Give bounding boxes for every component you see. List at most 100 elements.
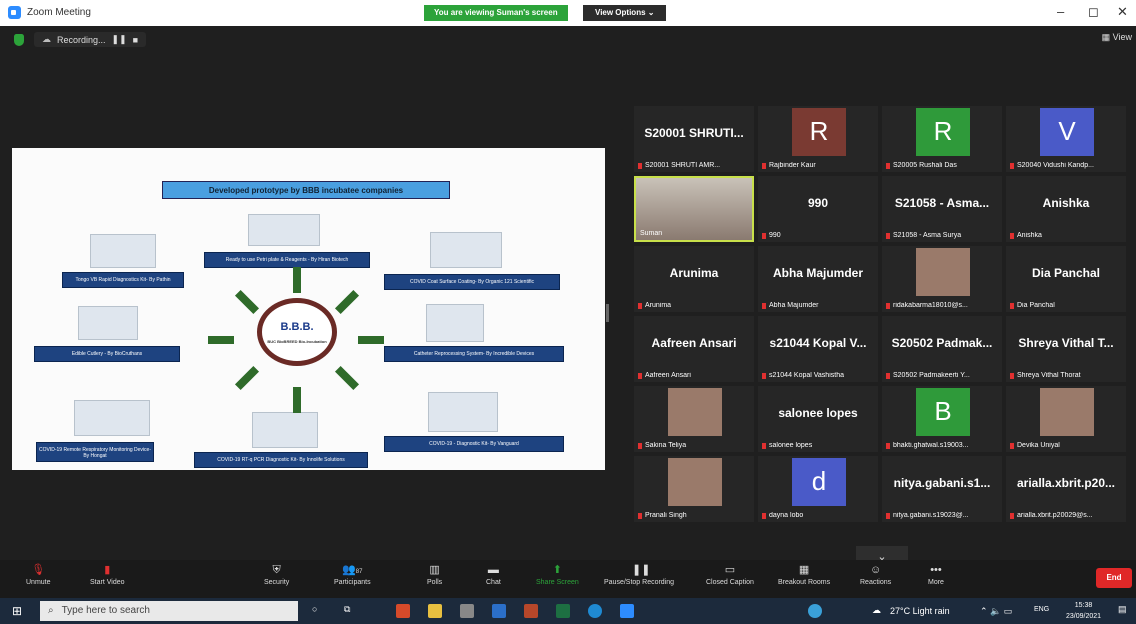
chrome-icon[interactable] — [808, 604, 822, 618]
participant-tile[interactable]: Devika Uniyal — [1006, 386, 1126, 452]
participant-tile[interactable]: salonee lopes salonee lopes — [758, 386, 878, 452]
participants-button[interactable]: 👥87 Participants — [334, 564, 371, 586]
participant-tile[interactable]: R S20005 Rushali Das — [882, 106, 1002, 172]
reactions-label: Reactions — [860, 579, 892, 586]
breakout-rooms-button[interactable]: ▦ Breakout Rooms — [778, 564, 830, 586]
video-off-icon: ▮ — [104, 564, 111, 576]
mic-muted-icon: 🎙 — [31, 564, 46, 576]
arrow-icon — [358, 336, 384, 344]
participant-tile[interactable]: arialla.xbrit.p20... arialla.xbrit.p20029… — [1006, 456, 1126, 522]
weather-label[interactable]: 27°C Light rain — [890, 606, 950, 616]
minimize-button[interactable]: – — [1057, 4, 1064, 19]
unmute-label: Unmute — [26, 579, 51, 586]
participant-tile[interactable]: ridakabarma18010@s... — [882, 246, 1002, 312]
product-label: COVID-19 - Diagnostic Kit- By Vanguard — [384, 436, 564, 452]
tray-icons[interactable]: ⌃ 🔈 ▭ — [980, 606, 1012, 617]
hub-title: B.B.B. — [280, 321, 314, 333]
notification-icon[interactable]: ▤ — [1118, 604, 1127, 615]
panel-splitter[interactable] — [606, 304, 609, 322]
participant-label: S21058 - Asma Surya — [886, 232, 1000, 239]
muted-mic-icon — [638, 162, 642, 169]
closed-caption-button[interactable]: ▭ Closed Caption — [706, 564, 754, 586]
participant-tile[interactable]: Suman — [634, 176, 754, 242]
participant-tile[interactable]: Pranali Singh — [634, 456, 754, 522]
pause-recording-icon[interactable]: ❚❚ — [112, 34, 127, 45]
hub-subtitle: BUC BioBREED Bio-Incubation — [267, 339, 327, 344]
stop-recording-icon[interactable]: ■ — [133, 35, 138, 45]
participant-name: nitya.gabani.s1... — [893, 476, 991, 490]
muted-mic-icon — [762, 442, 766, 449]
restore-button[interactable]: ◻ — [1088, 4, 1099, 20]
participant-tile[interactable]: Arunima Arunima — [634, 246, 754, 312]
taskbar-search[interactable]: ⌕ Type here to search — [40, 601, 298, 621]
participant-label-text: Abha Majumder — [769, 302, 819, 309]
cortana-icon[interactable]: ○ — [312, 604, 317, 614]
participant-name: Arunima — [669, 266, 719, 280]
participant-tile[interactable]: R Rajbinder Kaur — [758, 106, 878, 172]
participant-label: S20001 SHRUTI AMR... — [638, 162, 752, 169]
app-icon[interactable] — [396, 604, 410, 618]
powerpoint-icon[interactable] — [524, 604, 538, 618]
task-view-icon[interactable]: ⧉ — [344, 604, 350, 615]
view-options-button[interactable]: View Options ⌄ — [583, 5, 667, 21]
word-icon[interactable] — [492, 604, 506, 618]
share-screen-button[interactable]: ⬆ Share Screen — [536, 564, 579, 586]
unmute-button[interactable]: 🎙 Unmute — [26, 564, 51, 586]
edge-icon[interactable] — [588, 604, 602, 618]
hub-logo: B.B.B. BUC BioBREED Bio-Incubation — [257, 298, 337, 366]
muted-mic-icon — [886, 302, 890, 309]
polls-icon: ▥ — [429, 564, 440, 576]
participant-tile[interactable]: nitya.gabani.s1... nitya.gabani.s19023@..… — [882, 456, 1002, 522]
participant-tile[interactable]: S20502 Padmak... S20502 Padmakeerti Y... — [882, 316, 1002, 382]
app-title: Zoom Meeting — [8, 6, 91, 19]
reactions-button[interactable]: ☺ Reactions — [860, 564, 891, 586]
participant-label-text: 990 — [769, 232, 781, 239]
avatar: d — [792, 458, 846, 506]
participant-tile[interactable]: S20001 SHRUTI... S20001 SHRUTI AMR... — [634, 106, 754, 172]
encryption-shield-icon[interactable] — [14, 33, 24, 46]
more-button[interactable]: ••• More — [928, 564, 944, 586]
avatar-photo — [668, 458, 722, 506]
participant-tile[interactable]: V S20040 Vidushi Kandp... — [1006, 106, 1126, 172]
participant-tile[interactable]: Bbhakti.ghatwal.s19003... — [882, 386, 1002, 452]
folder-icon[interactable] — [428, 604, 442, 618]
zoom-taskbar-icon[interactable] — [620, 604, 634, 618]
chat-button[interactable]: ▬ Chat — [486, 564, 501, 586]
participant-tile[interactable]: d dayna lobo — [758, 456, 878, 522]
participants-label: Participants — [334, 579, 371, 586]
pause-recording-button[interactable]: ❚❚ Pause/Stop Recording — [604, 564, 674, 586]
clock[interactable]: 15:38 23/09/2021 — [1066, 600, 1101, 622]
participant-tile[interactable]: S21058 - Asma... S21058 - Asma Surya — [882, 176, 1002, 242]
participant-label-text: Anishka — [1017, 232, 1042, 239]
clock-date: 23/09/2021 — [1066, 613, 1102, 620]
language-indicator[interactable]: ENG — [1034, 606, 1049, 613]
product-label: Tongo VB Rapid Diagnostics Kit- By Pathi… — [62, 272, 184, 288]
participant-tile[interactable]: 990 990 — [758, 176, 878, 242]
excel-icon[interactable] — [556, 604, 570, 618]
participant-tile[interactable]: s21044 Kopal V... s21044 Kopal Vashistha — [758, 316, 878, 382]
windows-start-icon[interactable]: ⊞ — [12, 604, 22, 618]
participant-tile[interactable]: Anishka Anishka — [1006, 176, 1126, 242]
participant-tile[interactable]: Dia Panchal Dia Panchal — [1006, 246, 1126, 312]
participant-name: salonee lopes — [778, 406, 858, 420]
participant-label: Suman — [640, 230, 750, 237]
participant-label-text: Pranali Singh — [645, 512, 687, 519]
participant-tile[interactable]: Shreya Vithal T... Shreya Vithal Thorat — [1006, 316, 1126, 382]
participant-tile[interactable]: Abha Majumder Abha Majumder — [758, 246, 878, 312]
participant-name: S20001 SHRUTI... — [644, 126, 744, 140]
product-image — [74, 400, 150, 436]
breakout-icon: ▦ — [798, 564, 810, 576]
participant-tile[interactable]: Aafreen Ansari Aafreen Ansari — [634, 316, 754, 382]
participant-label: S20005 Rushali Das — [886, 162, 1000, 169]
security-button[interactable]: ⛨ Security — [264, 564, 289, 586]
start-video-button[interactable]: ▮ Start Video — [90, 564, 125, 586]
participant-label: Dia Panchal — [1010, 302, 1124, 309]
view-button[interactable]: ▦ View — [1102, 32, 1132, 43]
meeting-status: ☁ Recording... ❚❚ ■ — [14, 32, 147, 47]
avatar: R — [792, 108, 846, 156]
close-button[interactable]: ✕ — [1117, 4, 1128, 20]
participant-tile[interactable]: Sakina Teliya — [634, 386, 754, 452]
end-button[interactable]: End — [1096, 568, 1132, 588]
polls-button[interactable]: ▥ Polls — [427, 564, 442, 586]
app-icon[interactable] — [460, 604, 474, 618]
